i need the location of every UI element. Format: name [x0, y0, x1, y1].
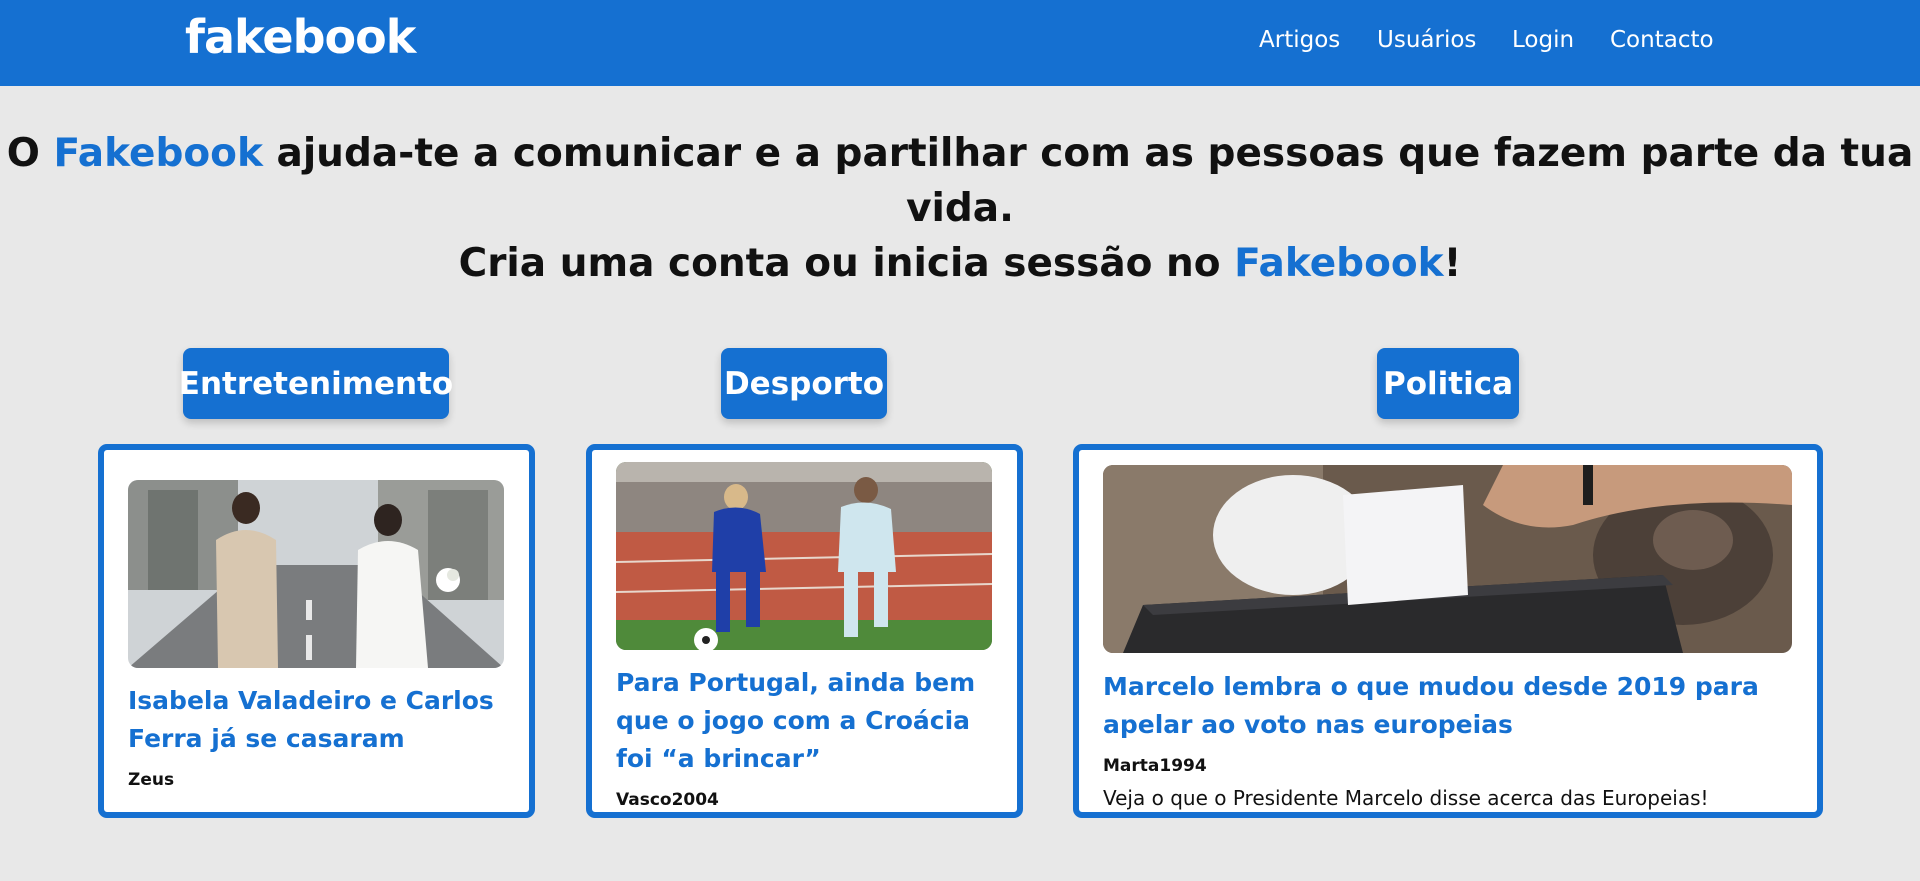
ballot-box-photo[interactable]: [1103, 465, 1792, 653]
article-card-politica[interactable]: Marcelo lembra o que mudou desde 2019 pa…: [1073, 444, 1823, 818]
hero-line-2-post: !: [1443, 241, 1462, 286]
nav-link-usuarios[interactable]: Usuários: [1377, 27, 1476, 53]
article-author: Zeus: [128, 770, 175, 790]
article-author: Vasco2004: [616, 790, 719, 810]
article-card-entretenimento[interactable]: Isabela Valadeiro e Carlos Ferra já se c…: [98, 444, 535, 818]
article-title[interactable]: Para Portugal, ainda bem que o jogo com …: [616, 664, 996, 778]
category-button-politica[interactable]: Politica: [1377, 348, 1519, 419]
football-match-photo[interactable]: [616, 462, 992, 650]
article-description: Veja o que o Presidente Marcelo disse ac…: [1103, 786, 1709, 810]
hero-text: O Fakebook ajuda-te a comunicar e a part…: [0, 126, 1920, 291]
hero-line-2: Cria uma conta ou inicia sessão no Fakeb…: [0, 236, 1920, 291]
article-title[interactable]: Isabela Valadeiro e Carlos Ferra já se c…: [128, 682, 508, 758]
nav-link-login[interactable]: Login: [1512, 27, 1574, 53]
article-card-desporto[interactable]: Para Portugal, ainda bem que o jogo com …: [586, 444, 1023, 818]
article-author: Marta1994: [1103, 756, 1207, 776]
hero-brand-1: Fakebook: [53, 131, 263, 176]
category-button-entretenimento[interactable]: Entretenimento: [179, 348, 453, 419]
hero-line-1-post: ajuda-te a comunicar e a partilhar com a…: [262, 131, 1914, 231]
hero-line-1-pre: O: [6, 131, 54, 176]
logo[interactable]: fakebook: [185, 10, 416, 64]
top-navbar: fakebook Artigos Usuários Login Contacto: [0, 0, 1920, 86]
hero-line-2-pre: Cria uma conta ou inicia sessão no: [458, 241, 1235, 286]
hero-brand-2: Fakebook: [1234, 241, 1444, 286]
hero-line-1: O Fakebook ajuda-te a comunicar e a part…: [0, 126, 1920, 236]
article-title[interactable]: Marcelo lembra o que mudou desde 2019 pa…: [1103, 668, 1803, 744]
category-button-desporto[interactable]: Desporto: [721, 348, 887, 419]
nav-link-contacto[interactable]: Contacto: [1610, 27, 1714, 53]
nav-link-artigos[interactable]: Artigos: [1259, 27, 1340, 53]
wedding-photo[interactable]: [128, 480, 504, 668]
